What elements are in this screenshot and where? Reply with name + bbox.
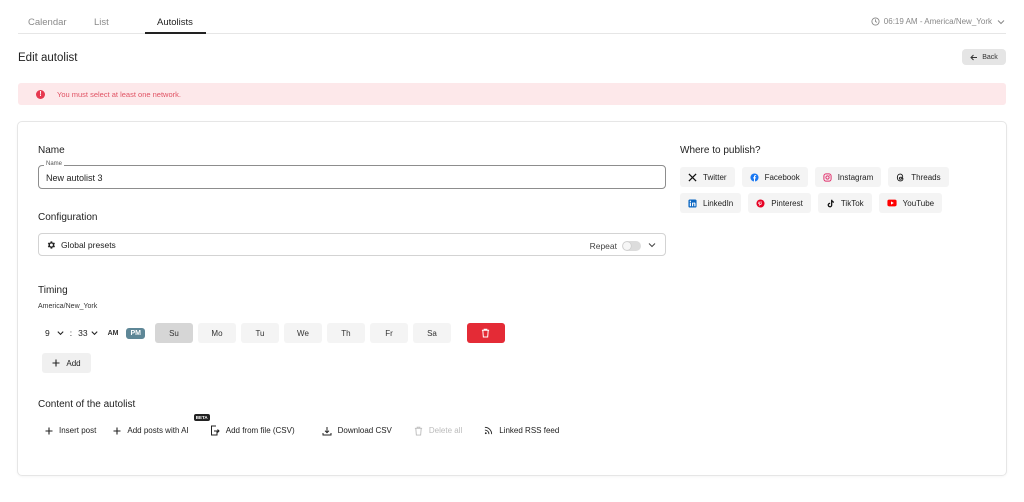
insert-post-button[interactable]: Insert post xyxy=(45,426,96,435)
delete-all-button[interactable]: Delete all xyxy=(414,426,462,436)
chevron-down-icon xyxy=(90,331,98,336)
active-tab-underline xyxy=(145,32,206,34)
network-youtube[interactable]: YouTube xyxy=(878,193,943,213)
download-csv-label: Download CSV xyxy=(337,426,392,435)
delete-timing-button[interactable] xyxy=(466,323,505,343)
configuration-select[interactable]: Global presets Repeat xyxy=(38,233,666,256)
pinterest-icon xyxy=(756,198,765,208)
network-tiktok-label: TikTok xyxy=(840,198,864,208)
time-separator: : xyxy=(69,328,73,338)
network-threads[interactable]: Threads xyxy=(888,167,949,187)
plus-icon xyxy=(45,427,53,434)
network-instagram-label: Instagram xyxy=(837,172,874,182)
day-saturday[interactable]: Sa xyxy=(412,323,451,343)
x-twitter-icon xyxy=(688,172,697,182)
repeat-toggle[interactable] xyxy=(622,241,641,251)
insert-post-label: Insert post xyxy=(59,426,97,435)
hour-select[interactable]: 9 xyxy=(45,328,65,338)
add-posts-ai-button[interactable]: Add posts with AI xyxy=(113,426,189,435)
autolist-form-card: Name Name New autolist 3 Configuration G… xyxy=(17,121,1007,476)
repeat-label: Repeat xyxy=(589,241,617,251)
file-import-icon xyxy=(210,425,220,436)
gear-icon xyxy=(47,241,55,249)
pm-button[interactable]: PM xyxy=(126,327,145,339)
day-thursday[interactable]: Th xyxy=(326,323,365,343)
clock-icon xyxy=(871,17,880,26)
add-from-file-label: Add from file (CSV) xyxy=(225,426,295,435)
day-friday[interactable]: Fr xyxy=(369,323,408,343)
name-input-value: New autolist 3 xyxy=(46,173,103,183)
day-tuesday[interactable]: Tu xyxy=(240,323,279,343)
back-label: Back xyxy=(982,53,998,61)
download-icon xyxy=(322,426,332,435)
add-label: Add xyxy=(66,358,81,368)
error-icon: ! xyxy=(36,89,45,99)
timing-timezone: America/New_York xyxy=(38,303,98,310)
network-linkedin-label: LinkedIn xyxy=(703,198,734,208)
trash-icon xyxy=(414,426,422,435)
tab-calendar[interactable]: Calendar xyxy=(28,17,67,28)
minute-select[interactable]: 33 xyxy=(78,328,98,338)
am-button[interactable]: AM xyxy=(104,328,123,339)
delete-all-label: Delete all xyxy=(428,426,463,435)
network-pinterest[interactable]: Pinterest xyxy=(748,193,811,213)
hour-value: 9 xyxy=(45,328,50,338)
timing-row: 9 : 33 AM PM Su Mo Tu We Th Fr Sa xyxy=(38,322,505,344)
network-pinterest-label: Pinterest xyxy=(771,198,803,208)
page-title: Edit autolist xyxy=(18,52,78,64)
timezone-selector[interactable]: 06:19 AM - America/New_York xyxy=(871,17,1006,26)
trash-icon xyxy=(482,328,490,338)
top-nav: Calendar List Autolists 06:19 AM - Ameri… xyxy=(18,0,1006,34)
back-button[interactable]: Back xyxy=(962,49,1006,65)
arrow-left-icon xyxy=(970,54,978,60)
download-csv-button[interactable]: Download CSV xyxy=(322,426,392,436)
chevron-down-icon xyxy=(57,331,64,336)
linked-rss-feed-button[interactable]: Linked RSS feed xyxy=(484,426,559,435)
network-youtube-label: YouTube xyxy=(902,198,935,208)
alert-message: You must select at least one network. xyxy=(57,89,181,99)
content-section-title: Content of the autolist xyxy=(38,399,136,410)
error-alert: ! You must select at least one network. xyxy=(18,83,1006,105)
plus-icon xyxy=(113,427,121,434)
network-facebook-label: Facebook xyxy=(764,172,800,182)
name-input[interactable]: Name New autolist 3 xyxy=(38,161,666,189)
network-linkedin[interactable]: LinkedIn xyxy=(680,193,742,213)
instagram-icon xyxy=(823,172,832,182)
network-twitter[interactable]: Twitter xyxy=(680,167,735,187)
network-instagram[interactable]: Instagram xyxy=(814,167,882,187)
name-field-legend: Name xyxy=(44,161,65,167)
name-section-title: Name xyxy=(38,145,65,156)
linked-rss-feed-label: Linked RSS feed xyxy=(499,426,560,435)
day-monday[interactable]: Mo xyxy=(197,323,236,343)
timezone-text: 06:19 AM - America/New_York xyxy=(883,17,992,26)
tab-autolists[interactable]: Autolists xyxy=(157,17,193,28)
threads-icon xyxy=(897,173,904,181)
minute-value: 33 xyxy=(78,328,88,338)
add-timing-button[interactable]: Add xyxy=(42,353,91,373)
add-from-file-button[interactable]: BETA Add from file (CSV) xyxy=(193,414,295,436)
chevron-down-icon[interactable] xyxy=(647,241,657,249)
content-actions-bar: Insert post Add posts with AI BETA Add f… xyxy=(45,414,559,436)
day-sunday[interactable]: Su xyxy=(154,323,193,343)
configuration-section-title: Configuration xyxy=(38,212,98,223)
add-posts-ai-label: Add posts with AI xyxy=(127,426,189,435)
youtube-icon xyxy=(887,199,897,207)
linkedin-icon xyxy=(688,198,697,208)
facebook-icon xyxy=(750,172,759,182)
publish-section-title: Where to publish? xyxy=(680,145,761,156)
plus-icon xyxy=(52,359,60,367)
network-tiktok[interactable]: TikTok xyxy=(817,193,872,213)
beta-badge: BETA xyxy=(193,414,210,421)
config-selected-value: Global presets xyxy=(61,240,116,250)
network-twitter-label: Twitter xyxy=(703,172,727,182)
network-threads-label: Threads xyxy=(911,172,941,182)
tiktok-icon xyxy=(827,199,834,207)
rss-icon xyxy=(485,426,493,435)
network-facebook[interactable]: Facebook xyxy=(741,167,808,187)
chevron-down-icon xyxy=(997,19,1005,24)
timing-section-title: Timing xyxy=(38,285,68,296)
day-wednesday[interactable]: We xyxy=(283,323,322,343)
tab-list[interactable]: List xyxy=(94,17,109,28)
network-list: Twitter Facebook Instagram Threads Linke… xyxy=(680,167,1000,219)
